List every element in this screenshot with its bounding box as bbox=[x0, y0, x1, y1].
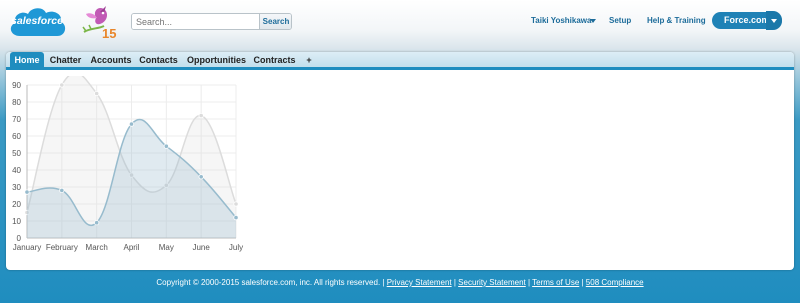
tab-contacts[interactable]: Contacts bbox=[137, 52, 180, 70]
x-tick-label: January bbox=[13, 243, 41, 252]
series-1-point bbox=[59, 82, 65, 88]
tab-chatter[interactable]: Chatter bbox=[47, 52, 84, 70]
user-menu[interactable]: Taiki Yoshikawa bbox=[531, 16, 591, 25]
series-2-point bbox=[59, 187, 65, 194]
series-2-point bbox=[163, 143, 169, 149]
tab-home[interactable]: Home bbox=[10, 52, 44, 70]
search-box: Search bbox=[131, 13, 292, 30]
series-2-point bbox=[198, 174, 204, 180]
add-tab-button[interactable]: + bbox=[302, 52, 316, 70]
y-tick-label: 80 bbox=[12, 98, 21, 107]
series-1-point bbox=[94, 90, 100, 97]
x-tick-label: July bbox=[229, 243, 243, 252]
global-header: salesforce 15 Search Taiki Yoshikawa Set… bbox=[0, 0, 800, 46]
anniversary-logo: 15 bbox=[78, 2, 118, 44]
series-2-point bbox=[233, 215, 239, 221]
anniversary-number: 15 bbox=[102, 26, 117, 41]
series-1-point bbox=[233, 201, 239, 207]
x-tick-label: February bbox=[46, 243, 78, 252]
app-switcher-chevron-icon[interactable] bbox=[766, 11, 782, 30]
y-tick-label: 20 bbox=[12, 200, 21, 209]
line-chart: 0 10 20 30 40 50 60 70 80 90 January February March A… bbox=[12, 76, 243, 252]
logo-text: salesforce bbox=[11, 15, 63, 27]
x-tick-label: April bbox=[123, 243, 139, 252]
y-tick-label: 60 bbox=[12, 132, 21, 141]
copyright-text: Copyright © 2000-2015 salesforce.com, in… bbox=[156, 278, 385, 287]
main-panel: Home Chatter Accounts Contacts Opportuni… bbox=[6, 52, 794, 270]
series-2-point bbox=[94, 220, 100, 226]
security-link[interactable]: Security Statement bbox=[458, 278, 526, 287]
y-tick-label: 70 bbox=[12, 115, 21, 124]
help-training-link[interactable]: Help & Training bbox=[647, 16, 706, 25]
y-tick-label: 40 bbox=[12, 166, 21, 175]
tab-accounts[interactable]: Accounts bbox=[87, 52, 135, 70]
x-tick-label: June bbox=[192, 243, 210, 252]
y-tick-label: 50 bbox=[12, 149, 21, 158]
series-1-point bbox=[198, 112, 204, 119]
y-tick-label: 90 bbox=[12, 81, 21, 90]
setup-link[interactable]: Setup bbox=[609, 16, 631, 25]
chevron-down-icon[interactable] bbox=[590, 19, 596, 23]
search-button[interactable]: Search bbox=[259, 14, 291, 29]
privacy-link[interactable]: Privacy Statement bbox=[387, 278, 452, 287]
x-tick-label: March bbox=[86, 243, 108, 252]
terms-link[interactable]: Terms of Use bbox=[532, 278, 579, 287]
y-tick-label: 30 bbox=[12, 183, 21, 192]
salesforce-logo[interactable]: salesforce bbox=[6, 4, 68, 42]
tab-contracts[interactable]: Contracts bbox=[252, 52, 297, 70]
y-tick-label: 10 bbox=[12, 217, 21, 226]
tab-opportunities[interactable]: Opportunities bbox=[183, 52, 250, 70]
compliance-link[interactable]: 508 Compliance bbox=[586, 278, 644, 287]
tab-bar: Home Chatter Accounts Contacts Opportuni… bbox=[6, 52, 794, 70]
y-tick-label: 0 bbox=[17, 234, 22, 243]
search-input[interactable] bbox=[132, 14, 259, 29]
series-2-point bbox=[24, 189, 30, 195]
x-tick-label: May bbox=[159, 243, 174, 252]
footer: Copyright © 2000-2015 salesforce.com, in… bbox=[156, 278, 644, 287]
series-2-point bbox=[128, 121, 135, 127]
